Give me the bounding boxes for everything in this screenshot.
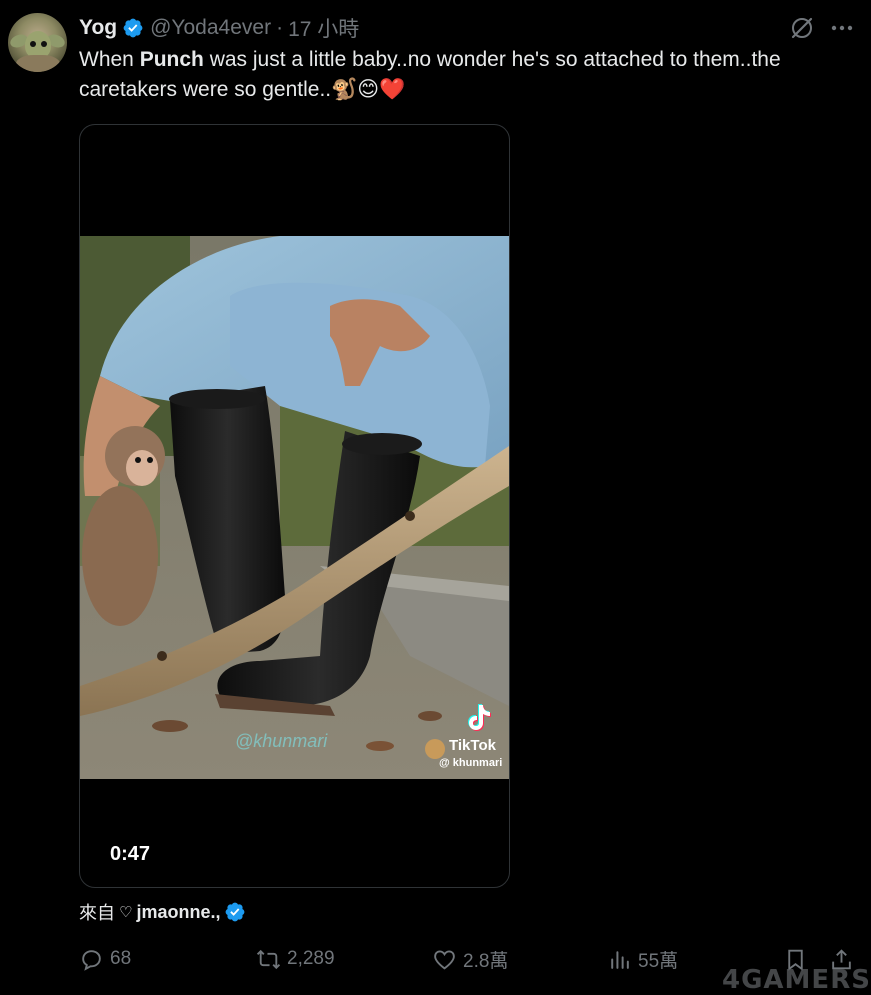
- heart-icon: [434, 949, 455, 970]
- tiktok-monkey-icon: [425, 739, 445, 759]
- author-avatar[interactable]: [8, 13, 67, 72]
- tweet-text-bold: Punch: [139, 48, 204, 71]
- reply-count: 68: [110, 948, 132, 969]
- repost-button[interactable]: 2,289: [256, 943, 335, 975]
- tiktok-icon: [468, 704, 491, 731]
- avatar-eye-right: [41, 41, 47, 47]
- views-button[interactable]: 55萬: [607, 943, 678, 975]
- source-attribution: 來自 ♡ jmaonne.,: [79, 900, 246, 924]
- like-button[interactable]: 2.8萬: [432, 943, 508, 975]
- video-duration: 0:47: [110, 843, 151, 865]
- tweet-text-part1: When: [79, 48, 140, 71]
- author-name[interactable]: Yog: [79, 16, 117, 40]
- verified-badge-icon: [123, 18, 143, 38]
- video-watermark: @khunmari: [235, 731, 328, 751]
- reply-icon: [82, 949, 101, 971]
- tweet-header: Yog @Yoda4ever · 17 小時: [79, 13, 359, 43]
- tiktok-label: TikTok: [449, 737, 496, 754]
- video-frame: @khunmari TikTok @ khunmari: [80, 236, 509, 779]
- reply-button[interactable]: 68: [79, 943, 131, 975]
- site-watermark: 4GAMERS: [722, 965, 871, 995]
- source-user-link[interactable]: jmaonne.,: [136, 902, 220, 923]
- author-handle[interactable]: @Yoda4ever: [150, 16, 271, 40]
- video-scene-illustration: [80, 236, 509, 779]
- tweet-timestamp[interactable]: 17 小時: [288, 13, 359, 43]
- grok-icon[interactable]: [789, 15, 815, 41]
- tiktok-handle: @ khunmari: [439, 757, 503, 769]
- more-options-icon[interactable]: [829, 15, 855, 41]
- tweet-text: When Punch was just a little baby..no wo…: [79, 45, 864, 105]
- views-chart-icon: [611, 950, 629, 969]
- video-player[interactable]: @khunmari TikTok @ khunmari 0:47: [79, 124, 510, 888]
- like-count: 2.8萬: [463, 950, 509, 972]
- source-verified-badge-icon: [226, 902, 245, 922]
- views-count: 55萬: [638, 950, 679, 972]
- tweet-emojis: 🐒😊❤️: [331, 78, 406, 101]
- avatar-robe: [16, 55, 60, 72]
- repost-count: 2,289: [287, 948, 335, 969]
- header-separator: ·: [276, 16, 284, 39]
- avatar-eye-left: [30, 41, 36, 47]
- repost-icon: [256, 949, 281, 969]
- source-label: 來自: [79, 903, 115, 923]
- source-heart-icon: ♡: [119, 904, 133, 921]
- tiktok-logo-badge: TikTok @ khunmari: [425, 701, 505, 776]
